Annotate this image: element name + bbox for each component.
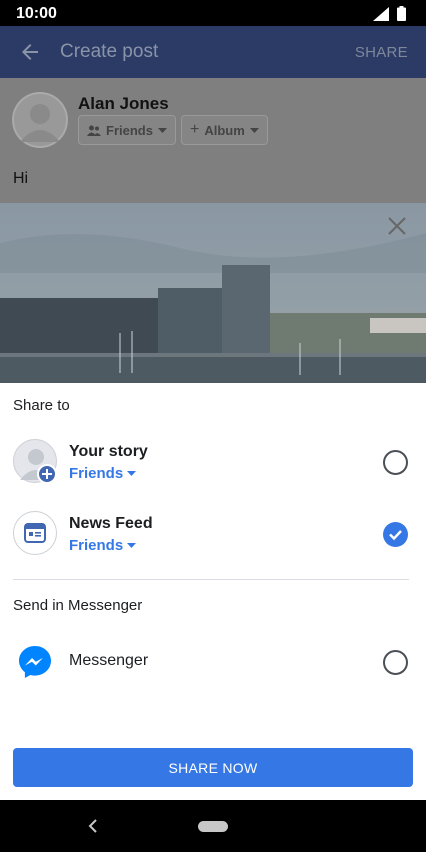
- harbor-photo-image: [0, 203, 426, 383]
- album-selector[interactable]: + Album: [181, 115, 268, 145]
- page-title: Create post: [60, 41, 159, 62]
- news-feed-icon: [24, 523, 46, 543]
- news-feed-radio[interactable]: [383, 522, 408, 547]
- share-now-button[interactable]: SHARE NOW: [13, 748, 413, 787]
- add-story-badge-icon: [37, 464, 57, 484]
- your-story-radio[interactable]: [383, 450, 408, 475]
- nav-home-button[interactable]: [198, 821, 228, 832]
- status-bar: 10:00: [0, 0, 426, 26]
- post-composer: Alan Jones Friends + Album Hi: [0, 78, 426, 383]
- messenger-label: Messenger: [69, 652, 149, 669]
- navigation-bar: [0, 800, 426, 852]
- send-in-messenger-title: Send in Messenger: [13, 597, 143, 614]
- album-label: Album: [204, 122, 245, 138]
- news-feed-audience[interactable]: Friends: [69, 537, 137, 554]
- back-arrow-icon[interactable]: [18, 40, 42, 64]
- messenger-icon: [19, 646, 51, 678]
- your-story-audience-label: Friends: [69, 465, 124, 482]
- share-top-button[interactable]: SHARE: [355, 44, 408, 61]
- caret-down-icon: [157, 127, 167, 133]
- friends-icon: [87, 125, 101, 136]
- news-feed-avatar: [13, 511, 57, 555]
- divider: [13, 579, 409, 580]
- author-avatar: [12, 92, 68, 148]
- your-story-title: Your story: [69, 443, 148, 460]
- caret-down-icon: [127, 543, 137, 548]
- news-feed-title: News Feed: [69, 515, 153, 532]
- person-silhouette-icon: [12, 92, 68, 148]
- status-time: 10:00: [16, 5, 57, 22]
- your-story-audience[interactable]: Friends: [69, 465, 137, 482]
- app-bar: Create post SHARE: [0, 26, 426, 78]
- battery-icon: [397, 6, 406, 21]
- caret-down-icon: [127, 471, 137, 476]
- post-text[interactable]: Hi: [13, 170, 28, 188]
- author-name: Alan Jones: [78, 94, 169, 113]
- caret-down-icon: [249, 127, 259, 133]
- audience-selector[interactable]: Friends: [78, 115, 176, 145]
- remove-photo-icon[interactable]: [386, 215, 408, 237]
- nav-back-icon[interactable]: [86, 817, 100, 835]
- audience-label: Friends: [106, 122, 153, 138]
- news-feed-audience-label: Friends: [69, 537, 124, 554]
- checkmark-icon: [389, 530, 402, 541]
- share-sheet: Share to Your story Friends News Feed Fr…: [0, 383, 426, 800]
- status-icons: [373, 6, 406, 21]
- plus-icon: +: [190, 121, 200, 138]
- messenger-radio[interactable]: [383, 650, 408, 675]
- signal-icon: [373, 6, 389, 21]
- attached-photo: [0, 203, 426, 383]
- share-to-title: Share to: [13, 397, 70, 414]
